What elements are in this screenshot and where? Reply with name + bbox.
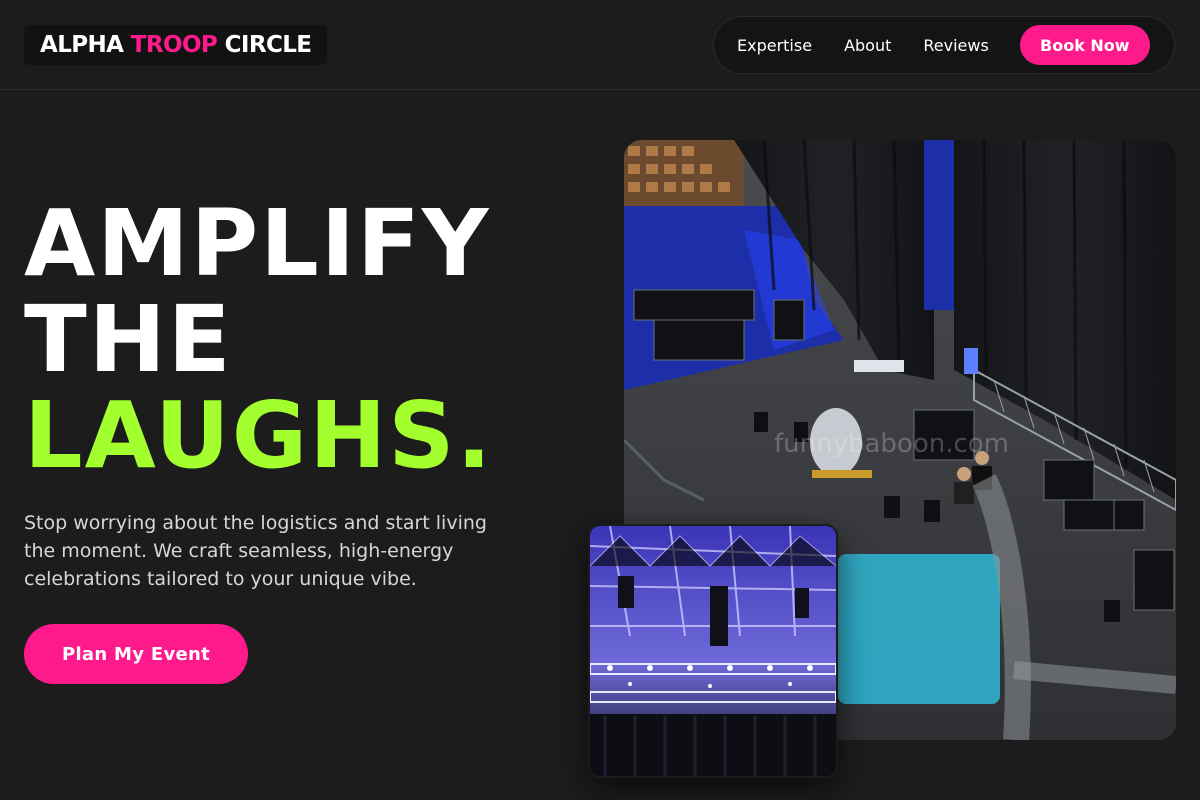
nav-link-about[interactable]: About (844, 36, 891, 55)
nav-link-reviews[interactable]: Reviews (923, 36, 988, 55)
brand-word-alpha: ALPHA (40, 32, 124, 58)
venue-photo-inset (588, 524, 838, 778)
book-now-button[interactable]: Book Now (1019, 25, 1150, 65)
brand-logo[interactable]: ALPHA TROOP CIRCLE (24, 25, 328, 65)
site-header: ALPHA TROOP CIRCLE Expertise About Revie… (0, 0, 1200, 90)
photo-watermark: funnybaboon.com (774, 429, 1009, 459)
hero-title-line-2: THE (24, 286, 233, 393)
venue-photo-inset-illustration (590, 526, 836, 776)
brand-word-circle: CIRCLE (224, 32, 312, 58)
main-nav: Expertise About Reviews Book Now (713, 16, 1175, 74)
plan-my-event-button[interactable]: Plan My Event (24, 624, 248, 684)
hero-title: AMPLIFY THE LAUGHS. (24, 196, 493, 484)
hero-title-line-1: AMPLIFY (24, 190, 491, 297)
hero-title-line-3: LAUGHS. (24, 382, 494, 489)
nav-link-expertise[interactable]: Expertise (737, 36, 812, 55)
hero-subtitle: Stop worrying about the logistics and st… (24, 512, 487, 590)
brand-word-troop: TROOP (130, 32, 218, 58)
